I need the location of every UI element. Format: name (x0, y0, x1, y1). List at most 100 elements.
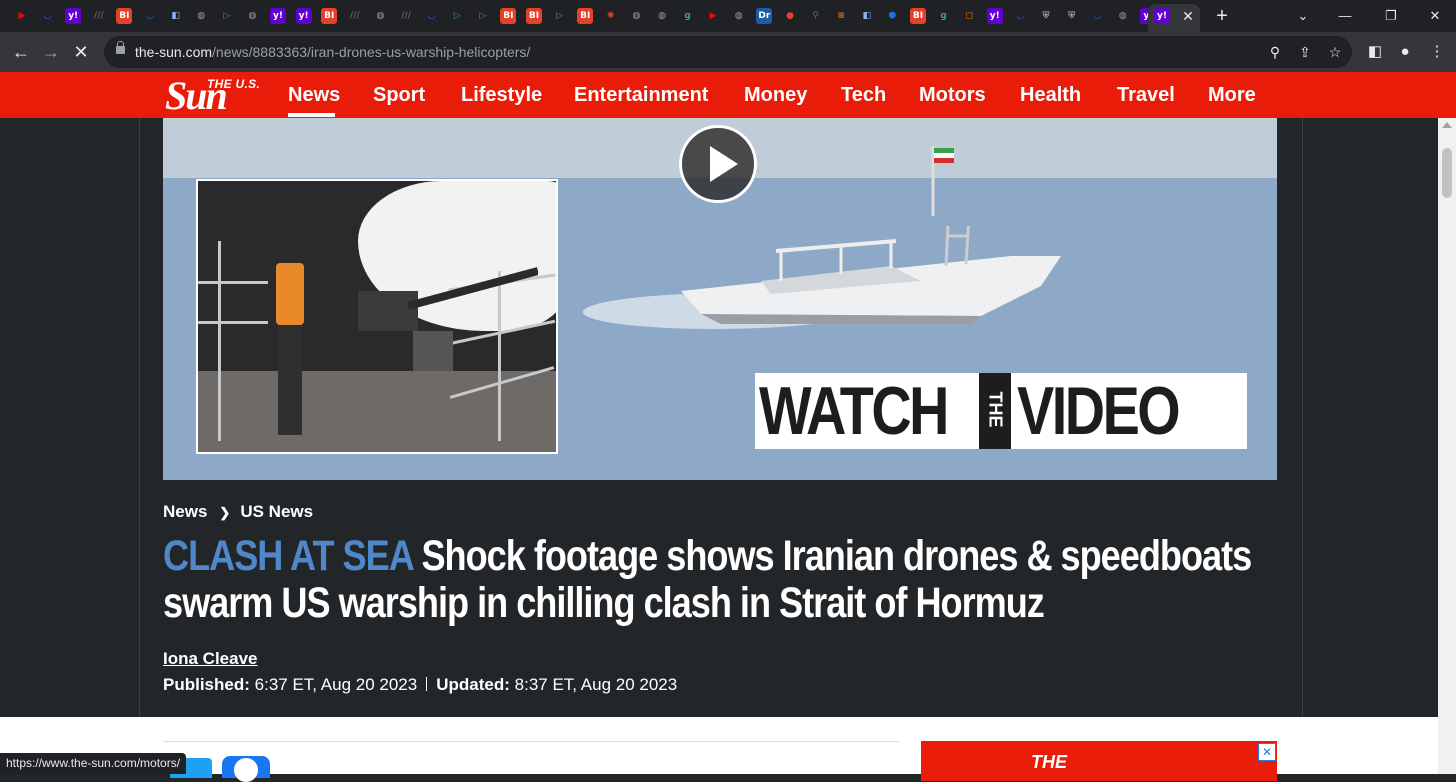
watch-the-video-overlay: WATCH THE VIDEO (755, 373, 1247, 449)
share-icon[interactable]: ⇪ (1294, 41, 1316, 63)
browser-toolbar: ← → ✕ the-sun.com/news/8883363/iran-dron… (0, 32, 1456, 72)
close-tab-icon[interactable]: ✕ (1180, 7, 1196, 25)
nav-travel[interactable]: Travel (1117, 84, 1175, 107)
scroll-thumb[interactable] (1442, 148, 1452, 198)
facebook-share-icon[interactable] (222, 756, 270, 782)
sun-logo[interactable]: Sun THE U.S. (165, 74, 269, 117)
play-icon[interactable]: ▷ (449, 8, 465, 24)
logo-edition: THE U.S. (207, 77, 261, 91)
minimize-icon[interactable]: — (1330, 4, 1360, 28)
crest-icon[interactable]: ⛨ (1038, 8, 1054, 24)
new-tab-button[interactable]: + (1212, 5, 1232, 27)
page-scrollbar[interactable] (1438, 118, 1456, 774)
bi-icon[interactable]: BI (577, 8, 594, 24)
youtube-icon[interactable]: ▶ (705, 8, 721, 24)
play-icon[interactable]: ▷ (219, 8, 235, 24)
flag-mast-image (931, 146, 954, 216)
g-icon[interactable]: g (936, 8, 952, 24)
yahoo-icon[interactable]: y! (986, 8, 1003, 24)
globe-icon[interactable]: ◍ (1115, 8, 1131, 24)
nav-money[interactable]: Money (744, 84, 807, 107)
address-bar[interactable]: the-sun.com/news/8883363/iran-drones-us-… (104, 36, 1352, 68)
bars-icon[interactable]: ≡ (833, 8, 849, 24)
lock-icon[interactable] (116, 41, 125, 54)
active-nav-indicator (288, 113, 335, 117)
content-divider (163, 741, 899, 742)
back-icon[interactable]: ← (8, 39, 34, 65)
yahoo-icon[interactable]: y! (65, 8, 82, 24)
mic-icon[interactable]: ● (782, 8, 798, 24)
shield-icon[interactable]: ◡ (40, 8, 56, 24)
cube-icon[interactable]: ⬢ (884, 8, 900, 24)
overlay-the-block: THE (979, 373, 1011, 449)
side-panel-icon[interactable]: ◧ (1362, 39, 1388, 65)
restore-icon[interactable]: ❐ (1376, 4, 1406, 28)
globe-icon[interactable]: ◍ (244, 8, 260, 24)
author-link[interactable]: Iona Cleave (163, 649, 258, 669)
shield-icon[interactable]: ◡ (1012, 8, 1028, 24)
media-icon[interactable]: ◧ (168, 8, 184, 24)
url-text[interactable]: the-sun.com/news/8883363/iran-drones-us-… (135, 44, 530, 60)
profile-icon[interactable]: ● (1392, 39, 1418, 65)
article-headline: CLASH AT SEA Shock footage shows Iranian… (163, 533, 1280, 627)
site-header: Sun THE U.S. News Sport Lifestyle Entert… (0, 72, 1456, 118)
nav-motors[interactable]: Motors (919, 84, 986, 107)
play-icon[interactable]: ▷ (552, 8, 568, 24)
nav-health[interactable]: Health (1020, 84, 1081, 107)
globe-icon[interactable]: ◍ (372, 8, 388, 24)
published-value: 6:37 ET, Aug 20 2023 (254, 675, 418, 694)
zoom-icon[interactable]: ⚲ (1264, 41, 1286, 63)
play-button[interactable] (679, 125, 757, 203)
globe-icon[interactable]: ◍ (628, 8, 644, 24)
stop-loading-icon[interactable]: ✕ (68, 39, 94, 65)
breadcrumb: News ❯ US News (163, 502, 313, 522)
media-icon[interactable]: ◧ (859, 8, 875, 24)
bookmark-star-icon[interactable]: ☆ (1324, 41, 1346, 63)
gunner-inset-image (196, 179, 558, 454)
youtube-icon[interactable]: ▶ (14, 8, 30, 24)
nav-tech[interactable]: Tech (841, 84, 886, 107)
slash-icon[interactable]: /// (91, 8, 107, 24)
bi-icon[interactable]: BI (910, 8, 926, 24)
yahoo-icon[interactable]: y! (295, 8, 312, 24)
headline-kicker: CLASH AT SEA (163, 532, 413, 580)
g-icon[interactable]: g (680, 8, 696, 24)
crest-icon[interactable]: ⛨ (1064, 8, 1080, 24)
search-icon[interactable]: ⚲ (808, 8, 824, 24)
forward-icon[interactable]: → (38, 39, 64, 65)
bi-icon[interactable]: BI (116, 8, 133, 24)
slash-icon[interactable]: /// (347, 8, 363, 24)
shield-icon[interactable]: ◡ (142, 8, 158, 24)
play-icon[interactable]: ▷ (475, 8, 491, 24)
nav-sport[interactable]: Sport (373, 84, 425, 107)
nav-lifestyle[interactable]: Lifestyle (461, 84, 542, 107)
yahoo-icon[interactable]: y! (270, 8, 286, 24)
badge-icon[interactable]: ◻ (961, 8, 977, 24)
video-player[interactable]: WATCH THE VIDEO (163, 118, 1277, 480)
globe-icon[interactable]: ◍ (193, 8, 209, 24)
tab-search-icon[interactable]: ⌄ (1288, 4, 1318, 28)
breadcrumb-news[interactable]: News (163, 502, 207, 521)
advert-banner[interactable]: THE (921, 741, 1277, 781)
bi-icon[interactable]: BI (500, 8, 517, 24)
menu-kebab-icon[interactable]: ⋮ (1424, 39, 1450, 65)
overlay-word-watch: WATCH (759, 373, 949, 449)
nav-entertainment[interactable]: Entertainment (574, 84, 708, 107)
nav-news[interactable]: News (288, 84, 340, 107)
shield-icon[interactable]: ◡ (424, 8, 440, 24)
bi-icon[interactable]: BI (526, 8, 542, 24)
slash-icon[interactable]: /// (398, 8, 414, 24)
breadcrumb-us-news[interactable]: US News (240, 502, 313, 521)
bi-icon[interactable]: BI (321, 8, 338, 24)
nav-more[interactable]: More (1208, 84, 1256, 107)
dr-icon[interactable]: Dr (756, 8, 773, 24)
advert-close-icon[interactable]: ✕ (1258, 743, 1276, 761)
scroll-up-icon[interactable] (1442, 122, 1452, 128)
shield-icon[interactable]: ◡ (1089, 8, 1105, 24)
close-window-icon[interactable]: ✕ (1420, 4, 1450, 28)
globe-icon[interactable]: ◍ (731, 8, 747, 24)
burst-icon[interactable]: ✺ (603, 8, 619, 24)
advert-text: THE (1031, 752, 1067, 772)
globe-icon[interactable]: ◍ (654, 8, 670, 24)
chevron-right-icon: ❯ (219, 505, 231, 520)
